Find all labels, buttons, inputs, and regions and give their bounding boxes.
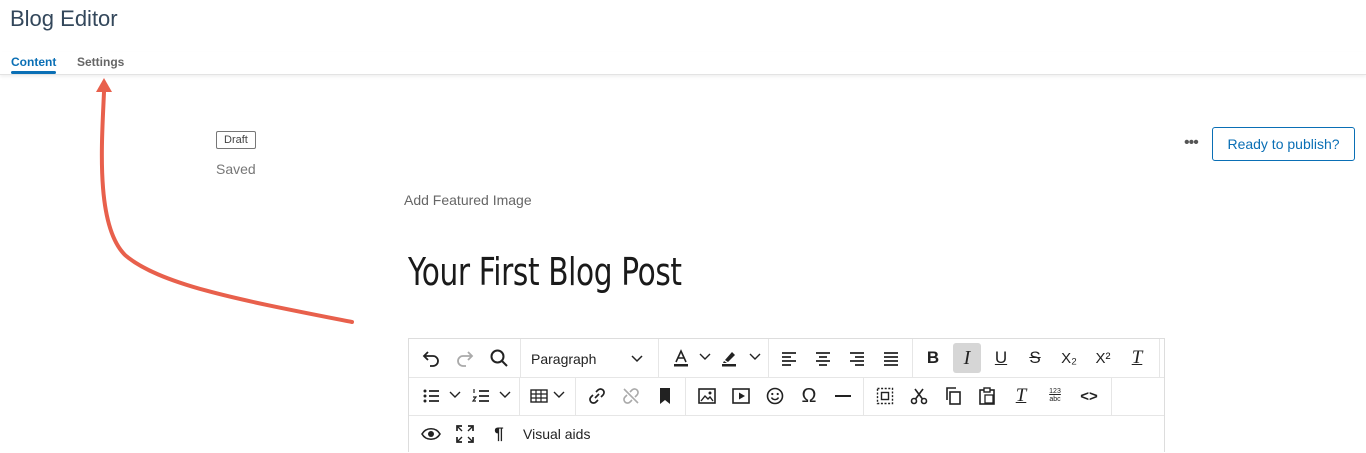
subscript-icon[interactable]: X₂ (1055, 343, 1083, 373)
align-justify-icon[interactable] (877, 343, 905, 373)
chevron-down-icon[interactable] (699, 351, 711, 363)
bold-icon[interactable]: B (919, 343, 947, 373)
strikethrough-icon[interactable]: S (1021, 343, 1049, 373)
app-title: Blog Editor (10, 6, 118, 31)
undo-icon[interactable] (417, 343, 445, 373)
toolbar-row-3: ¶ Visual aids (409, 415, 1164, 453)
remove-format-icon[interactable]: T (1007, 381, 1035, 411)
tab-bar: Content Settings (0, 52, 1366, 75)
chevron-down-icon (631, 355, 643, 363)
align-right-icon[interactable] (843, 343, 871, 373)
spellcheck-icon[interactable]: 123 abc (1041, 381, 1069, 411)
media-icon[interactable] (727, 381, 755, 411)
tab-settings[interactable]: Settings (77, 55, 124, 69)
table-icon[interactable] (525, 381, 553, 411)
redo-icon[interactable] (451, 343, 479, 373)
status-badge: Draft (216, 131, 256, 149)
emoji-icon[interactable] (761, 381, 789, 411)
toolbar-row-1: Paragraph B I U S X₂ X² T (409, 339, 1164, 378)
bookmark-icon[interactable] (651, 381, 679, 411)
image-icon[interactable] (693, 381, 721, 411)
more-options-button[interactable]: ••• (1184, 134, 1199, 152)
chevron-down-icon[interactable] (749, 351, 761, 363)
text-color-icon[interactable] (667, 343, 695, 373)
search-icon[interactable] (485, 343, 513, 373)
block-format-select[interactable]: Paragraph (521, 343, 653, 373)
numbered-list-icon[interactable] (467, 381, 495, 411)
select-all-icon[interactable] (871, 381, 899, 411)
align-center-icon[interactable] (809, 343, 837, 373)
link-icon[interactable] (583, 381, 611, 411)
chevron-down-icon[interactable] (499, 389, 511, 401)
italic-icon[interactable]: I (953, 343, 981, 373)
special-character-icon[interactable]: Ω (795, 381, 823, 411)
tab-content[interactable]: Content (11, 55, 57, 74)
bullet-list-icon[interactable] (417, 381, 445, 411)
superscript-icon[interactable]: X² (1089, 343, 1117, 373)
show-blocks-icon[interactable]: ¶ (485, 419, 513, 449)
publish-button[interactable]: Ready to publish? (1212, 127, 1355, 161)
toolbar-row-2: Ω T 123 abc <> (409, 377, 1164, 416)
unlink-icon[interactable] (617, 381, 645, 411)
editor-toolbar: Paragraph B I U S X₂ X² T Ω T 123 abc <>… (408, 338, 1165, 452)
source-code-icon[interactable]: <> (1075, 381, 1103, 411)
horizontal-line-icon[interactable] (829, 381, 857, 411)
cut-icon[interactable] (905, 381, 933, 411)
copy-icon[interactable] (939, 381, 967, 411)
underline-icon[interactable]: U (987, 343, 1015, 373)
spellcheck-bottom: abc (1049, 396, 1061, 403)
post-title[interactable]: Your First Blog Post (408, 250, 682, 294)
clear-format-icon[interactable]: T (1123, 343, 1151, 373)
align-left-icon[interactable] (775, 343, 803, 373)
add-featured-image-link[interactable]: Add Featured Image (404, 192, 532, 208)
highlight-color-icon[interactable] (715, 343, 743, 373)
save-status: Saved (216, 161, 256, 177)
chevron-down-icon[interactable] (553, 389, 565, 401)
paste-icon[interactable] (973, 381, 1001, 411)
fullscreen-icon[interactable] (451, 419, 479, 449)
preview-eye-icon[interactable] (417, 419, 445, 449)
visual-aids-button[interactable]: Visual aids (523, 426, 590, 442)
spellcheck-top: 123 (1049, 388, 1061, 395)
chevron-down-icon[interactable] (449, 389, 461, 401)
block-format-value: Paragraph (531, 351, 597, 367)
